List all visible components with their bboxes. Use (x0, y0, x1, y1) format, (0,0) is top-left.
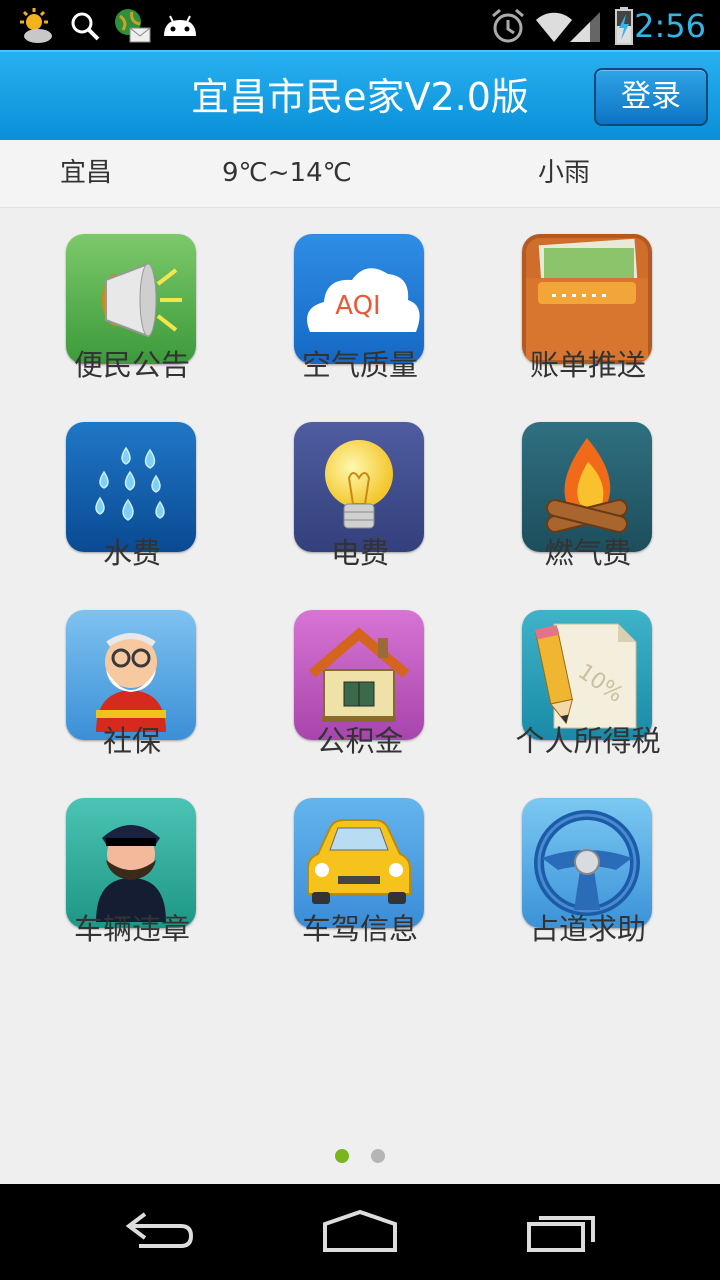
app-header: 宜昌市民e家V2.0版 登录 (0, 50, 720, 140)
service-grid: 便民公告 AQI 空气质量 账单推送 水费 电费 燃气费 社保 公积金 10% … (0, 208, 720, 1184)
status-bar: 2:56 (0, 0, 720, 50)
tile-label: 车辆违章 (73, 912, 190, 946)
weather-city: 宜昌 (60, 158, 113, 188)
signal-icon (566, 6, 606, 46)
weather-bar: 宜昌 9℃~14℃ 小雨 (0, 140, 720, 208)
weather-sun-cloud-icon (16, 6, 56, 46)
tile-air-quality[interactable]: AQI 空气质量 (246, 208, 474, 396)
tile-label: 电费 (330, 536, 389, 570)
page-indicator (0, 1146, 720, 1166)
tile-label: 水费 (102, 536, 161, 570)
tile-label: 账单推送 (529, 348, 646, 382)
home-icon[interactable] (315, 1202, 405, 1262)
recent-apps-icon[interactable] (515, 1202, 605, 1262)
tile-gas-fee[interactable]: 燃气费 (474, 396, 702, 584)
tile-label: 便民公告 (73, 348, 190, 382)
search-icon (66, 6, 106, 46)
tile-bill-push[interactable]: 账单推送 (474, 208, 702, 396)
tile-driver-info[interactable]: 车驾信息 (246, 772, 474, 960)
tile-label: 占道求助 (529, 912, 646, 946)
tile-label: 燃气费 (544, 536, 632, 570)
tile-label: 空气质量 (301, 348, 418, 382)
navigation-bar (0, 1184, 720, 1280)
tile-label: 个人所得税 (515, 724, 661, 758)
tile-label: 车驾信息 (301, 912, 418, 946)
alarm-icon (488, 6, 528, 46)
login-button[interactable]: 登录 (594, 68, 708, 126)
tile-label: 社保 (102, 724, 161, 758)
page-dot[interactable] (371, 1149, 385, 1163)
globe-mail-icon (112, 6, 152, 46)
aqi-text: AQI (335, 291, 380, 321)
tile-social-security[interactable]: 社保 (18, 584, 246, 772)
tile-road-help[interactable]: 占道求助 (474, 772, 702, 960)
tile-label: 公积金 (316, 724, 404, 758)
tile-income-tax[interactable]: 10% 个人所得税 (474, 584, 702, 772)
page-dot-active[interactable] (335, 1149, 349, 1163)
tile-housing-fund[interactable]: 公积金 (246, 584, 474, 772)
tile-traffic-violation[interactable]: 车辆违章 (18, 772, 246, 960)
weather-temperature: 9℃~14℃ (222, 158, 352, 188)
android-icon (160, 6, 200, 46)
tile-announcement[interactable]: 便民公告 (18, 208, 246, 396)
tile-electric-fee[interactable]: 电费 (246, 396, 474, 584)
status-time: 2:56 (634, 7, 706, 45)
back-icon[interactable] (115, 1202, 205, 1262)
weather-condition: 小雨 (538, 158, 591, 188)
tile-water-fee[interactable]: 水费 (18, 396, 246, 584)
